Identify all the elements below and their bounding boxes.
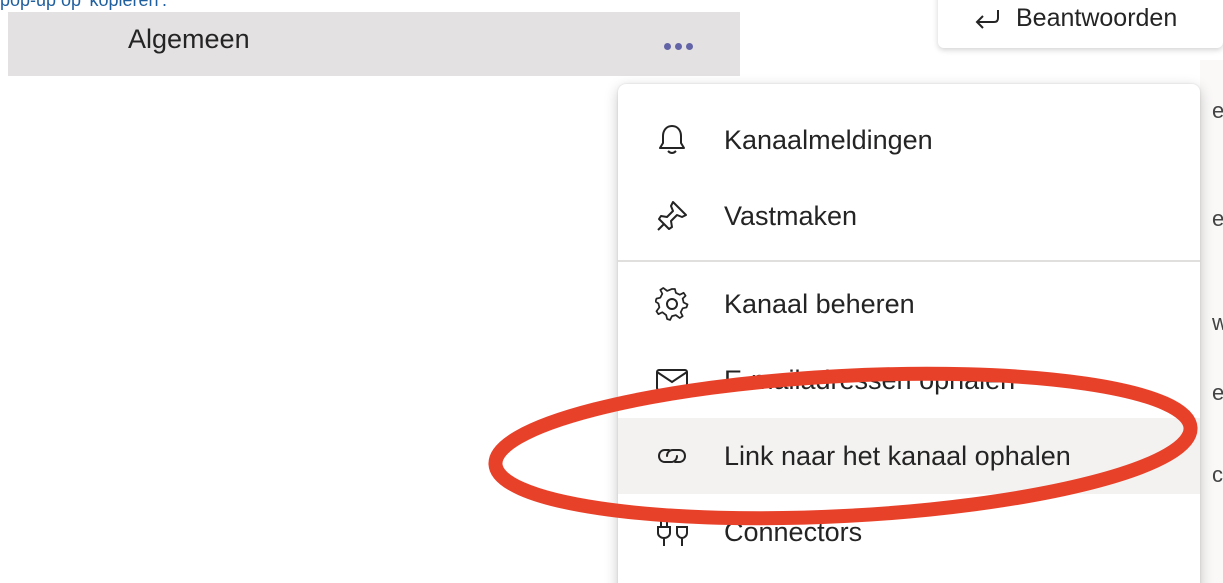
menu-item-label: Kanaalmeldingen (724, 124, 933, 155)
reply-button[interactable]: Beantwoorden (938, 0, 1223, 48)
menu-item-pin[interactable]: Vastmaken (618, 178, 1200, 254)
menu-item-label: Link naar het kanaal ophalen (724, 440, 1071, 471)
more-dots-icon[interactable] (654, 34, 702, 58)
background-text-fragment: e (1212, 380, 1223, 405)
menu-item-label: Kanaal beheren (724, 288, 915, 319)
menu-item-label: E-mailadressen ophalen (724, 364, 1016, 395)
menu-item-label: Vastmaken (724, 200, 858, 231)
menu-item-label: Connectors (724, 516, 863, 547)
menu-item-channel-notifications[interactable]: Kanaalmeldingen (618, 102, 1200, 178)
bell-icon (654, 122, 690, 158)
link-icon (654, 438, 690, 474)
menu-item-get-email-addresses[interactable]: E-mailadressen ophalen (618, 342, 1200, 418)
menu-item-connectors[interactable]: Connectors (618, 494, 1200, 570)
mail-icon (654, 362, 690, 398)
background-text-fragment: w (1212, 310, 1223, 335)
channel-context-menu: Kanaalmeldingen Vastmaken Kanaal beheren (618, 84, 1200, 583)
pin-icon (654, 198, 690, 234)
background-text-fragment: e (1212, 98, 1223, 123)
background-text-fragment: c (1212, 462, 1223, 487)
channel-row[interactable]: Algemeen (8, 12, 740, 76)
menu-item-get-channel-link[interactable]: Link naar het kanaal ophalen (618, 418, 1200, 494)
connector-plug-icon (654, 514, 690, 550)
reply-label: Beantwoorden (1016, 3, 1178, 32)
channel-name: Algemeen (128, 24, 250, 54)
menu-divider (618, 260, 1200, 262)
gear-icon (654, 286, 690, 322)
top-caption: pop-up op 'kopiëren'. (0, 0, 167, 10)
background-text-fragment: e (1212, 206, 1223, 231)
reply-arrow-icon (975, 10, 999, 29)
menu-item-manage-channel[interactable]: Kanaal beheren (618, 266, 1200, 342)
